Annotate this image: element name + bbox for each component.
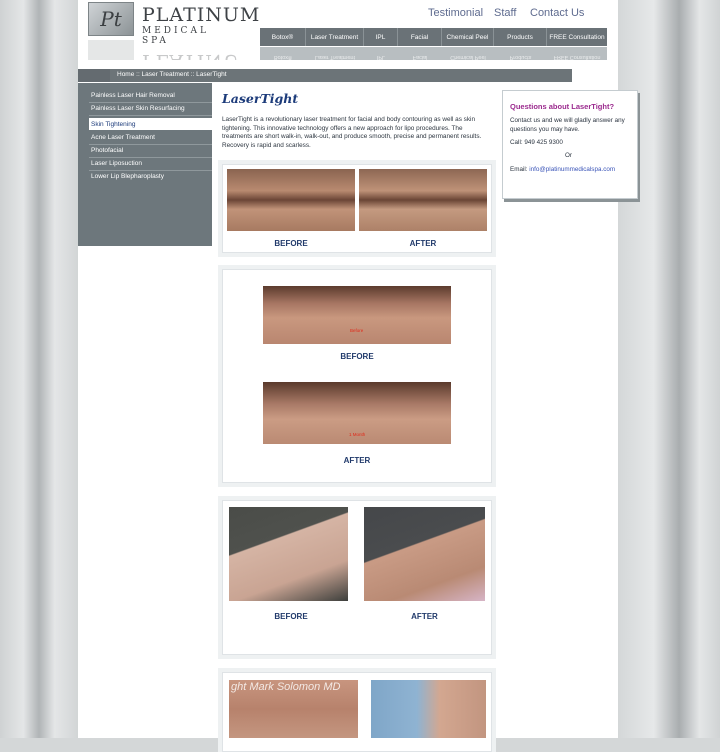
before-caption: BEFORE bbox=[340, 352, 374, 361]
before-caption: BEFORE bbox=[274, 239, 308, 248]
nav-reflection-peel: Chemical Peel bbox=[450, 54, 486, 60]
nav-laser-treatment[interactable]: Laser Treatment bbox=[306, 28, 364, 46]
after-caption: AFTER bbox=[409, 239, 437, 248]
intro-paragraph: LaserTight is a revolutionary laser trea… bbox=[222, 116, 482, 150]
nav-chemical-peel[interactable]: Chemical Peel bbox=[442, 28, 494, 46]
breadcrumb-bar-cap bbox=[78, 69, 110, 82]
nav-facial[interactable]: Facial bbox=[398, 28, 442, 46]
sidebar-item-acne[interactable]: Acne Laser Treatment bbox=[91, 134, 155, 141]
sidebar-item-skin-resurfacing[interactable]: Painless Laser Skin Resurfacing bbox=[91, 105, 185, 112]
testimonial-link[interactable]: Testimonial bbox=[428, 7, 483, 19]
logo-name: PLATINUM bbox=[142, 4, 261, 26]
sidebar-item-hair-removal[interactable]: Painless Laser Hair Removal bbox=[91, 92, 175, 99]
before-photo-tag: Before bbox=[350, 328, 364, 333]
nav-reflection-consultation: FREE Consultation bbox=[553, 54, 601, 60]
email-line: Email: info@platinummedicalspa.com bbox=[510, 166, 615, 173]
after-photo-jawline bbox=[371, 680, 486, 738]
contact-us-link[interactable]: Contact Us bbox=[530, 7, 584, 19]
logo-reflection: PLATINUM bbox=[88, 40, 238, 60]
nav-reflection-ipl: IPL bbox=[376, 54, 386, 60]
nav-free-consultation[interactable]: FREE Consultation bbox=[547, 28, 607, 46]
nav-reflection-products: Products bbox=[509, 54, 532, 60]
after-photo-eyes bbox=[359, 169, 487, 231]
before-photo-eyes bbox=[227, 169, 355, 231]
logo-reflection-text: PLATINUM bbox=[142, 50, 238, 60]
sidebar-divider bbox=[89, 102, 212, 103]
sidebar-divider bbox=[89, 144, 212, 145]
site-logo[interactable]: Pt PLATINUM MEDICAL SPA bbox=[88, 2, 259, 46]
after-photo-neck bbox=[364, 507, 485, 601]
email-link[interactable]: info@platinummedicalspa.com bbox=[529, 166, 615, 173]
email-label: Email: bbox=[510, 166, 528, 173]
after-photo-tag: 1 Month bbox=[349, 432, 366, 437]
photo-watermark: ght Mark Solomon MD bbox=[231, 681, 341, 693]
or-text: Or bbox=[565, 152, 572, 159]
questions-text: Contact us and we will gladly answer any… bbox=[510, 117, 625, 133]
phone-number: Call: 949 425 9300 bbox=[510, 139, 563, 146]
staff-link[interactable]: Staff bbox=[494, 7, 516, 19]
sidebar-divider bbox=[89, 115, 212, 116]
questions-title: Questions about LaserTight? bbox=[510, 102, 615, 111]
before-photo-neck bbox=[229, 507, 348, 601]
before-caption: BEFORE bbox=[274, 612, 308, 621]
page-title: LaserTight bbox=[222, 91, 299, 106]
after-caption: AFTER bbox=[411, 612, 438, 621]
sidebar-item-photofacial[interactable]: Photofacial bbox=[91, 147, 123, 154]
sidebar-item-blepharoplasty[interactable]: Lower Lip Blepharoplasty bbox=[91, 173, 164, 180]
nav-reflection-botox: Botox® bbox=[273, 54, 293, 60]
breadcrumb[interactable]: Home :: Laser Treatment :: LaserTight bbox=[117, 71, 227, 78]
nav-reflection-facial: Facial bbox=[412, 54, 428, 60]
before-photo-undereye bbox=[263, 286, 451, 344]
sidebar-item-liposuction[interactable]: Laser Liposuction bbox=[91, 160, 142, 167]
logo-monogram: Pt bbox=[88, 2, 134, 36]
sidebar-divider bbox=[89, 157, 212, 158]
nav-products[interactable]: Products bbox=[494, 28, 547, 46]
sidebar-item-skin-tightening[interactable]: Skin Tightening bbox=[91, 121, 135, 128]
nav-reflection-laser: Laser Treatment bbox=[314, 54, 356, 60]
before-photo-jawline: ght Mark Solomon MD bbox=[229, 680, 358, 738]
left-chrome-stripe bbox=[0, 0, 78, 738]
after-caption: AFTER bbox=[343, 456, 371, 465]
sidebar-divider bbox=[89, 170, 212, 171]
nav-ipl[interactable]: IPL bbox=[364, 28, 398, 46]
nav-botox[interactable]: Botox® bbox=[260, 28, 306, 46]
